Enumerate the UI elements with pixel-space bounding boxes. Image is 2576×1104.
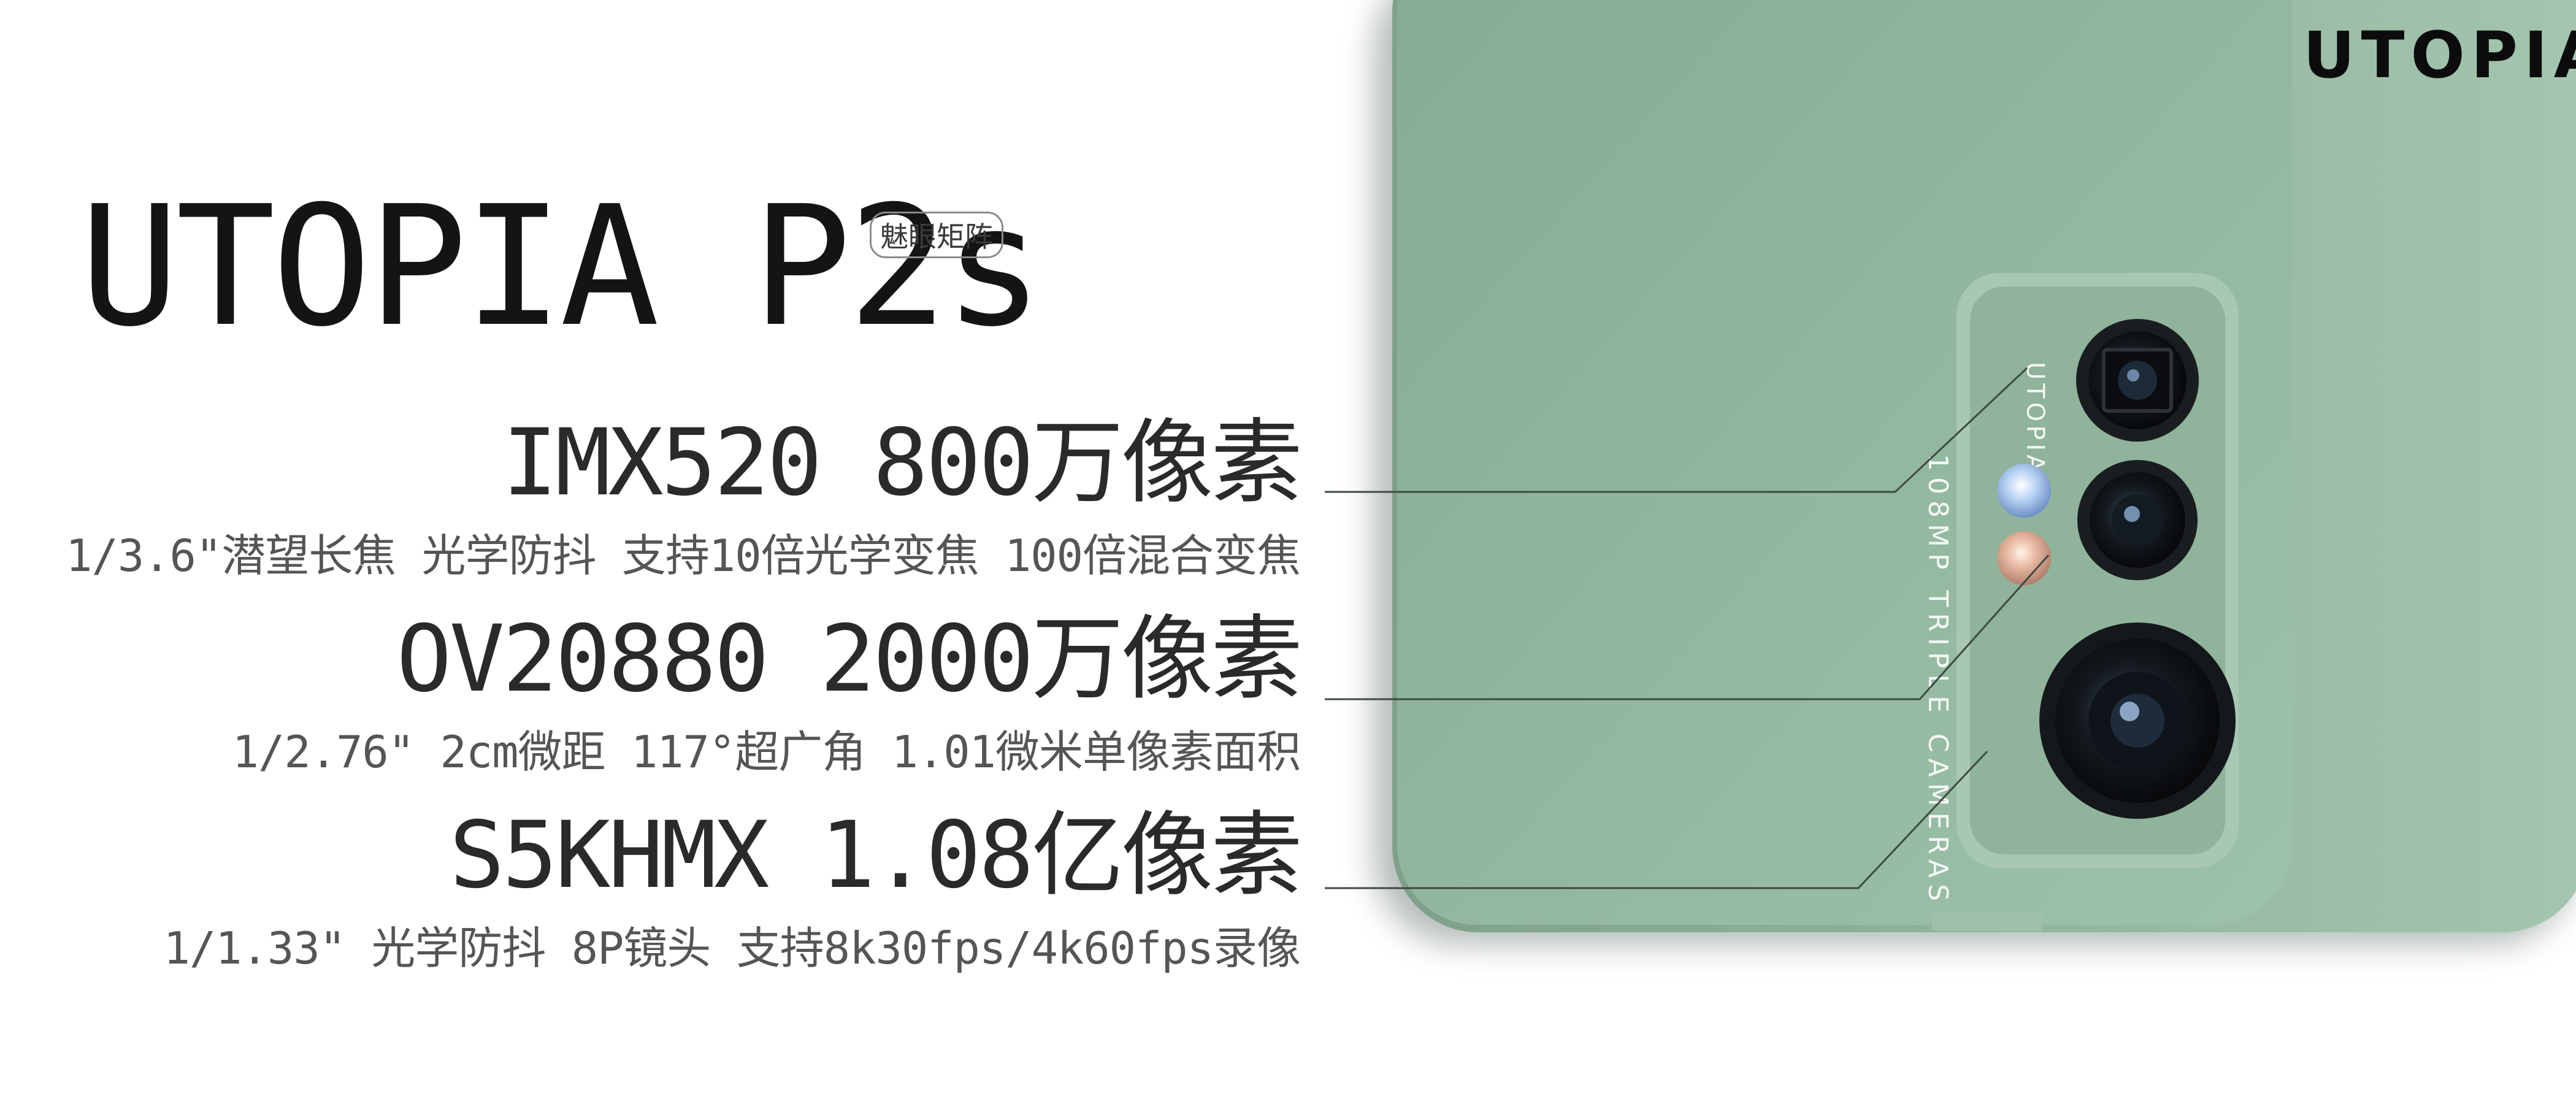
camera-lens-icon	[2077, 460, 2198, 580]
camera-lens-icon	[2076, 319, 2199, 442]
flash-icon	[1997, 464, 2051, 518]
flash-icon	[1997, 531, 2051, 585]
phone-back-illustration: UTOPIA 108MP TRIPLE CAMERAS	[1325, 0, 2576, 945]
module-caption-label: 108MP TRIPLE CAMERAS	[1922, 454, 1953, 907]
module-brand-label: UTOPIA	[2021, 362, 2049, 475]
camera-lens-icon	[2039, 623, 2236, 819]
utopia-logo-icon: UTOPIA	[2303, 18, 2576, 93]
